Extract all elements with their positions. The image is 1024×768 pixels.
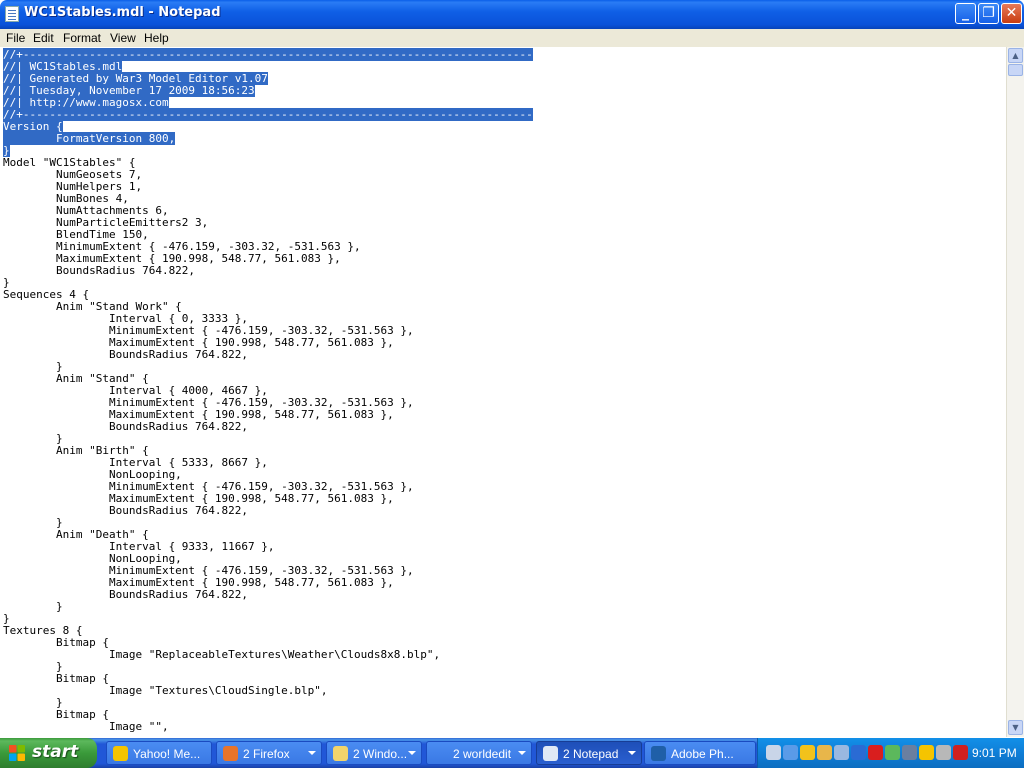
- menu-file[interactable]: File: [6, 31, 25, 45]
- text-line: Image "",: [3, 721, 533, 733]
- restore-button[interactable]: ❐: [978, 3, 999, 24]
- smiley-icon[interactable]: [919, 745, 934, 760]
- text-editor[interactable]: //+-------------------------------------…: [0, 47, 1007, 737]
- taskbar-button-label: Yahoo! Me...: [133, 747, 201, 761]
- clock: 9:01 PM: [972, 746, 1017, 760]
- ati-icon[interactable]: [868, 745, 883, 760]
- close-button[interactable]: ✕: [1001, 3, 1022, 24]
- text-line: Image "Textures\CloudSingle.blp",: [3, 685, 533, 697]
- network-icon[interactable]: [817, 745, 832, 760]
- scroll-thumb[interactable]: [1008, 64, 1023, 76]
- taskbar-button[interactable]: 2 Notepad: [536, 741, 642, 765]
- text-line: BoundsRadius 764.822,: [3, 265, 533, 277]
- windows-logo-icon: [9, 745, 25, 761]
- line-text: Image "ReplaceableTextures\Weather\Cloud…: [3, 648, 441, 661]
- photoshop-icon: [651, 746, 666, 761]
- line-text: Image "",: [3, 720, 169, 733]
- text-line: Image "ReplaceableTextures\Weather\Cloud…: [3, 649, 533, 661]
- firefox-icon: [223, 746, 238, 761]
- tools-icon[interactable]: [766, 745, 781, 760]
- security-shield-icon[interactable]: [800, 745, 815, 760]
- menu-format[interactable]: Format: [63, 31, 101, 45]
- taskbar-button[interactable]: 2 worldedit: [426, 741, 532, 765]
- taskbar-button[interactable]: Adobe Ph...: [644, 741, 756, 765]
- line-text: }: [3, 600, 63, 613]
- minimize-button[interactable]: _: [955, 3, 976, 24]
- text-line: //+-------------------------------------…: [3, 108, 533, 121]
- back-arrow-icon[interactable]: [783, 745, 798, 760]
- scroll-down-button[interactable]: ▼: [1008, 720, 1023, 735]
- menu-edit[interactable]: Edit: [33, 31, 54, 45]
- notepad-icon[interactable]: [5, 6, 19, 22]
- menu-bar: File Edit Format View Help: [0, 29, 1024, 48]
- title-bar[interactable]: WC1Stables.mdl - Notepad _ ❐ ✕: [0, 0, 1024, 29]
- folder-icon: [333, 746, 348, 761]
- taskbar-button-label: 2 worldedit: [453, 747, 512, 761]
- group-arrow-icon: [308, 751, 316, 755]
- media-icon[interactable]: [936, 745, 951, 760]
- acrobat-icon[interactable]: [953, 745, 968, 760]
- scroll-up-button[interactable]: ▲: [1008, 48, 1023, 63]
- taskbar-button[interactable]: Yahoo! Me...: [106, 741, 212, 765]
- line-text: BoundsRadius 764.822,: [3, 264, 196, 277]
- group-arrow-icon: [518, 751, 526, 755]
- line-text: FormatVersion 800,: [3, 132, 176, 145]
- taskbar: start Yahoo! Me... 2 Firefox 2 Windo... 2 w…: [0, 738, 1024, 768]
- chat-icon[interactable]: [885, 745, 900, 760]
- menu-help[interactable]: Help: [144, 31, 169, 45]
- start-button[interactable]: start: [0, 738, 97, 768]
- text-line: BoundsRadius 764.822,: [3, 349, 533, 361]
- tablet-icon[interactable]: [902, 745, 917, 760]
- taskbar-button[interactable]: 2 Firefox: [216, 741, 322, 765]
- text-line: BoundsRadius 764.822,: [3, 589, 533, 601]
- start-label: start: [32, 742, 79, 762]
- system-tray: 9:01 PM: [757, 738, 1024, 768]
- taskbar-button-label: 2 Firefox: [243, 747, 290, 761]
- vertical-scrollbar[interactable]: ▲ ▼: [1006, 47, 1024, 737]
- computer-icon[interactable]: [834, 745, 849, 760]
- window-title: WC1Stables.mdl - Notepad: [24, 5, 221, 20]
- taskbar-button[interactable]: 2 Windo...: [326, 741, 422, 765]
- taskbar-button-label: Adobe Ph...: [671, 747, 734, 761]
- text-line: BoundsRadius 764.822,: [3, 421, 533, 433]
- group-arrow-icon: [408, 751, 416, 755]
- line-text: //+-------------------------------------…: [3, 108, 533, 121]
- taskbar-button-label: 2 Windo...: [353, 747, 408, 761]
- taskbar-button-label: 2 Notepad: [563, 747, 619, 761]
- text-line: }: [3, 601, 533, 613]
- menu-view[interactable]: View: [110, 31, 136, 45]
- yahoo-messenger-icon: [113, 746, 128, 761]
- hp-icon[interactable]: [851, 745, 866, 760]
- text-line: FormatVersion 800,: [3, 132, 533, 145]
- text-line: BoundsRadius 764.822,: [3, 505, 533, 517]
- editor-lines: //+-------------------------------------…: [3, 48, 533, 733]
- notepad-icon: [543, 746, 558, 761]
- group-arrow-icon: [628, 751, 636, 755]
